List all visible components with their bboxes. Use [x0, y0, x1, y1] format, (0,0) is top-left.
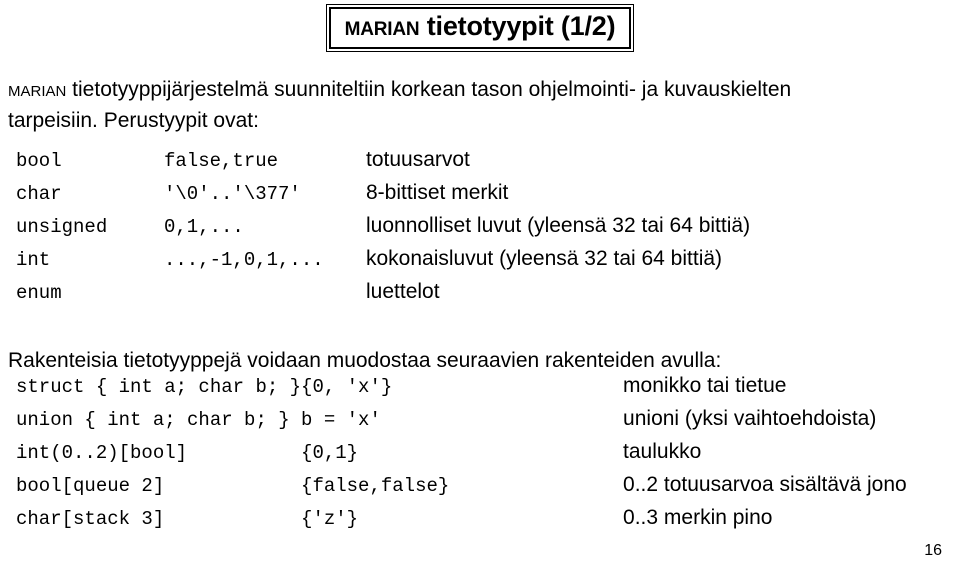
composite-type-description: 0..3 merkin pino	[623, 506, 773, 529]
composite-type-description: unioni (yksi vaihtoehdoista)	[623, 407, 877, 430]
composite-type-name: int(0..2)[bool]	[16, 442, 188, 464]
intro-paragraph: Marian tietotyyppijärjestelmä suunnitelt…	[8, 74, 952, 136]
basic-type-name: char	[16, 183, 62, 205]
slide-title-box-inner: Marian tietotyypit (1/2)	[328, 7, 632, 49]
page-title-smallcaps: Marian	[344, 11, 420, 41]
composite-type-values: {0,1}	[301, 442, 359, 464]
page-number: 16	[924, 542, 942, 559]
table-row: struct { int a; char b; } {0, 'x'} monik…	[8, 370, 907, 403]
composite-type-name: bool[queue 2]	[16, 475, 165, 497]
composite-type-description: monikko tai tietue	[623, 374, 787, 397]
composite-type-name: union { int a; char b; }	[16, 409, 290, 431]
slide-title-box-outer: Marian tietotyypit (1/2)	[325, 4, 635, 52]
table-row: enum luettelot	[8, 276, 750, 309]
table-row: int(0..2)[bool] {0,1} taulukko	[8, 436, 907, 469]
basic-type-name: unsigned	[16, 216, 108, 238]
composite-type-values: b = 'x'	[301, 409, 381, 431]
composite-type-name: char[stack 3]	[16, 508, 165, 530]
table-row: char '\0'..'\377' 8-bittiset merkit	[8, 177, 750, 210]
composite-type-description: 0..2 totuusarvoa sisältävä jono	[623, 473, 907, 496]
basic-type-name: int	[16, 249, 51, 271]
composite-type-values: {false,false}	[301, 475, 450, 497]
table-row: int ...,-1,0,1,... kokonaisluvut (yleens…	[8, 243, 750, 276]
table-row: bool[queue 2] {false,false} 0..2 totuusa…	[8, 469, 907, 502]
basic-type-values	[164, 276, 366, 309]
basic-type-values: ...,-1,0,1,...	[164, 249, 324, 271]
basic-type-description: luonnolliset luvut (yleensä 32 tai 64 bi…	[366, 214, 751, 237]
intro-smallcaps-word: Marian	[8, 78, 67, 101]
basic-type-values: 0,1,...	[164, 216, 244, 238]
basic-types-table: bool false,true totuusarvot char '\0'..'…	[8, 144, 750, 309]
basic-type-values: false,true	[164, 150, 279, 172]
basic-type-description: luettelot	[366, 280, 440, 303]
basic-type-name: bool	[16, 150, 62, 172]
basic-type-description: kokonaisluvut (yleensä 32 tai 64 bittiä)	[366, 247, 723, 270]
composite-type-values: {'z'}	[301, 508, 359, 530]
basic-type-values: '\0'..'\377'	[164, 183, 301, 205]
composite-types-table: struct { int a; char b; } {0, 'x'} monik…	[8, 370, 907, 535]
table-row: unsigned 0,1,... luonnolliset luvut (yle…	[8, 210, 750, 243]
composite-type-name: struct { int a; char b; }	[16, 376, 302, 398]
composite-type-description: taulukko	[623, 440, 702, 463]
intro-line1: tietotyyppijärjestelmä suunniteltiin kor…	[66, 78, 792, 101]
page-title-rest: tietotyypit (1/2)	[419, 11, 616, 41]
table-row: union { int a; char b; } b = 'x' unioni …	[8, 403, 907, 436]
intro-line2: tarpeisiin. Perustyypit ovat:	[8, 109, 259, 132]
page-title: Marian tietotyypit (1/2)	[345, 10, 616, 43]
composite-type-values: {0, 'x'}	[301, 376, 393, 398]
basic-type-name: enum	[16, 282, 62, 304]
table-row: char[stack 3] {'z'} 0..3 merkin pino	[8, 502, 907, 535]
table-row: bool false,true totuusarvot	[8, 144, 750, 177]
basic-type-description: totuusarvot	[366, 148, 470, 171]
slide-title-container: Marian tietotyypit (1/2)	[0, 4, 960, 52]
basic-type-description: 8-bittiset merkit	[366, 181, 509, 204]
